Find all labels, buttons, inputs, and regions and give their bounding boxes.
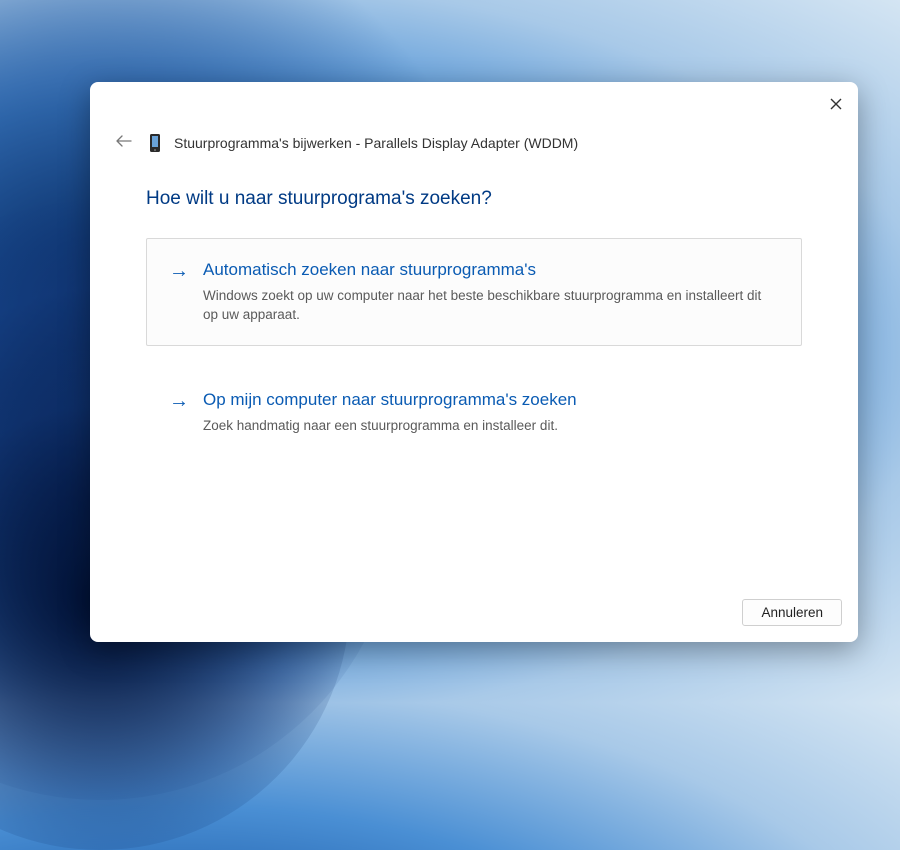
dialog-footer: Annuleren (90, 587, 858, 642)
option-text: Automatisch zoeken naar stuurprogramma's… (203, 259, 779, 325)
close-icon (830, 98, 842, 110)
dialog-header: Stuurprogramma's bijwerken - Parallels D… (90, 124, 858, 158)
arrow-right-icon: → (169, 389, 189, 413)
option-description: Windows zoekt op uw computer naar het be… (203, 287, 779, 325)
option-text: Op mijn computer naar stuurprogramma's z… (203, 389, 779, 436)
dialog-content: Hoe wilt u naar stuurprograma's zoeken? … (90, 158, 858, 587)
option-title: Automatisch zoeken naar stuurprogramma's (203, 259, 779, 281)
question-heading: Hoe wilt u naar stuurprograma's zoeken? (146, 188, 802, 210)
close-button[interactable] (824, 92, 848, 116)
option-browse-computer[interactable]: → Op mijn computer naar stuurprogramma's… (146, 368, 802, 457)
update-driver-dialog: Stuurprogramma's bijwerken - Parallels D… (90, 82, 858, 642)
option-description: Zoek handmatig naar een stuurprogramma e… (203, 417, 779, 436)
device-icon (148, 133, 162, 153)
dialog-titlebar (90, 82, 858, 124)
option-title: Op mijn computer naar stuurprogramma's z… (203, 389, 779, 411)
arrow-right-icon: → (169, 259, 189, 283)
cancel-button[interactable]: Annuleren (742, 599, 842, 626)
back-button[interactable] (112, 132, 136, 154)
dialog-title: Stuurprogramma's bijwerken - Parallels D… (174, 135, 578, 151)
option-auto-search[interactable]: → Automatisch zoeken naar stuurprogramma… (146, 238, 802, 346)
back-arrow-icon (116, 135, 132, 147)
